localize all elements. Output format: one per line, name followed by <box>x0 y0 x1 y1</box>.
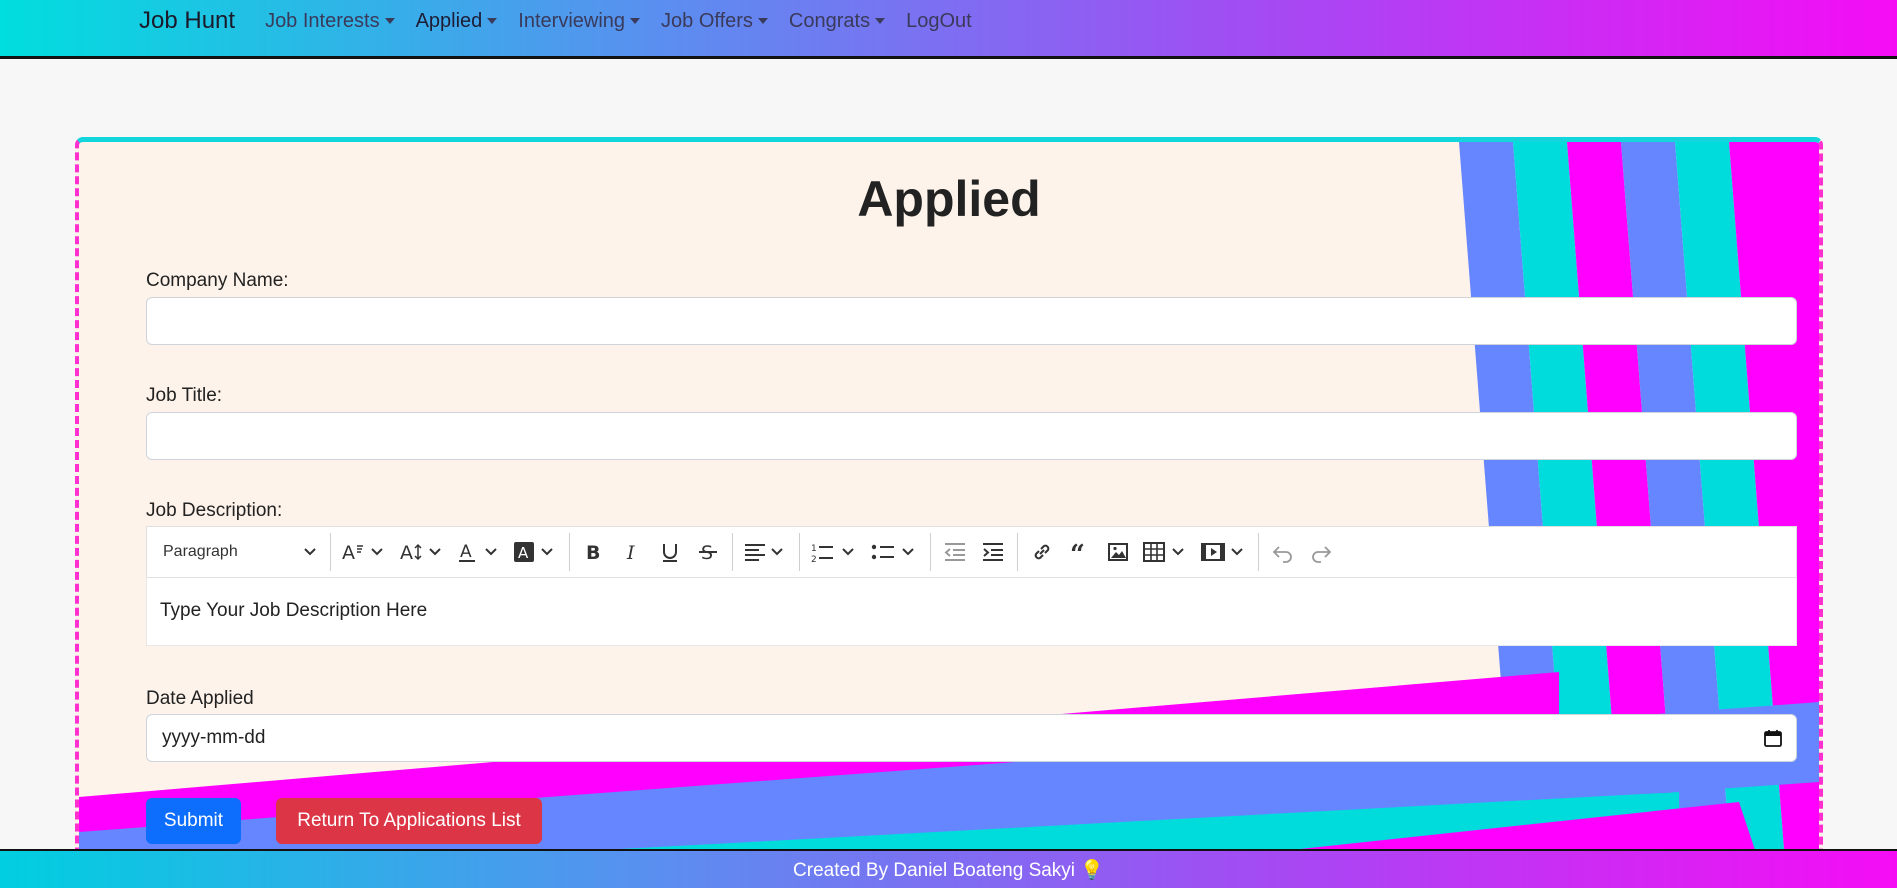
return-to-applications-button[interactable]: Return To Applications List <box>276 798 542 844</box>
nav-job-offers-label: Job Offers <box>661 9 753 32</box>
brand-link[interactable]: Job Hunt <box>139 7 235 35</box>
undo-button[interactable] <box>1264 534 1302 570</box>
svg-text:2: 2 <box>811 555 817 563</box>
caret-down-icon <box>875 18 886 24</box>
svg-text:B: B <box>586 542 600 563</box>
nav-logout-label: LogOut <box>906 9 972 32</box>
svg-text:A: A <box>342 542 355 563</box>
toolbar-separator <box>1017 533 1018 571</box>
italic-button[interactable]: I <box>613 534 651 570</box>
strikethrough-icon: S <box>699 542 717 563</box>
table-icon <box>1143 542 1184 562</box>
nav-job-interests-label: Job Interests <box>265 9 380 32</box>
underline-button[interactable] <box>651 534 689 570</box>
table-button[interactable] <box>1137 534 1195 570</box>
svg-text:“: “ <box>1070 541 1085 563</box>
heading-dropdown-value: Paragraph <box>163 543 238 560</box>
heading-dropdown[interactable]: Paragraph <box>155 534 325 570</box>
redo-icon <box>1312 546 1332 563</box>
footer-credit-text: Created By Daniel Boateng Sakyi 💡 <box>793 859 1104 881</box>
strikethrough-button[interactable]: S <box>689 534 727 570</box>
svg-text:1: 1 <box>811 544 817 554</box>
job-title-label: Job Title: <box>146 385 223 406</box>
outdent-button[interactable] <box>936 534 974 570</box>
company-name-input[interactable] <box>146 297 1797 345</box>
submit-button[interactable]: Submit <box>146 798 241 844</box>
media-embed-button[interactable] <box>1195 534 1253 570</box>
calendar-icon[interactable] <box>1764 729 1782 747</box>
svg-text:I: I <box>626 542 635 563</box>
toolbar-separator <box>569 533 570 571</box>
bulleted-list-button[interactable] <box>865 534 925 570</box>
job-description-placeholder: Type Your Job Description Here <box>160 600 428 621</box>
date-applied-input[interactable]: yyyy-mm-dd <box>146 714 1797 762</box>
alignment-button[interactable] <box>738 534 794 570</box>
font-size-button[interactable]: A <box>336 534 394 570</box>
nav-applied[interactable]: Applied <box>416 10 498 33</box>
toolbar-separator <box>930 533 931 571</box>
job-description-label: Job Description: <box>146 500 283 521</box>
nav-interviewing[interactable]: Interviewing <box>518 9 641 33</box>
nav-congrats-label: Congrats <box>788 9 871 32</box>
indent-button[interactable] <box>974 534 1012 570</box>
indent-icon <box>983 543 1003 561</box>
font-family-button[interactable]: A <box>394 534 452 570</box>
svg-text:A: A <box>400 542 413 563</box>
blockquote-button[interactable]: “ <box>1061 534 1099 570</box>
toolbar-separator <box>330 533 331 571</box>
numbered-list-button[interactable]: 12 <box>805 534 865 570</box>
numbered-list-icon: 12 <box>811 544 854 563</box>
nav-job-offers[interactable]: Job Offers <box>661 10 768 33</box>
svg-text:A: A <box>460 542 472 562</box>
outdent-icon <box>944 543 965 561</box>
blockquote-icon: “ <box>1070 541 1085 563</box>
nav-job-interests[interactable]: Job Interests <box>265 10 395 33</box>
nav-logout[interactable]: LogOut <box>906 10 972 33</box>
bulleted-list-icon <box>871 544 914 560</box>
image-icon <box>1108 543 1128 561</box>
image-button[interactable] <box>1099 534 1137 570</box>
caret-down-icon <box>630 18 641 24</box>
company-name-label: Company Name: <box>146 270 289 291</box>
align-left-icon <box>745 544 783 561</box>
underline-icon <box>663 544 677 562</box>
editor-toolbar: Paragraph A A A A B I S 1 2 “ <box>146 526 1797 578</box>
applied-form-card: Applied Company Name: Job Title: Job Des… <box>75 137 1823 857</box>
font-background-button[interactable]: A <box>508 534 564 570</box>
font-size-icon: A <box>342 542 383 563</box>
page-footer: Created By Daniel Boateng Sakyi 💡 <box>0 849 1897 888</box>
svg-text:A: A <box>518 544 529 562</box>
job-description-editor[interactable]: Type Your Job Description Here <box>146 578 1797 646</box>
font-color-icon: A <box>459 542 497 562</box>
redo-button[interactable] <box>1302 534 1340 570</box>
caret-down-icon <box>757 18 768 24</box>
undo-icon <box>1272 546 1292 563</box>
link-button[interactable] <box>1023 534 1061 570</box>
bold-icon: B <box>586 542 600 563</box>
bold-button[interactable]: B <box>575 534 613 570</box>
nav-interviewing-label: Interviewing <box>518 9 626 32</box>
link-icon <box>1034 544 1050 560</box>
font-family-icon: A <box>400 542 441 563</box>
date-placeholder: yyyy-mm-dd <box>162 727 266 748</box>
chevron-down-icon <box>304 548 316 556</box>
font-background-icon: A <box>514 542 553 562</box>
job-title-input[interactable] <box>146 412 1797 460</box>
nav-applied-label: Applied <box>415 9 483 32</box>
date-applied-label: Date Applied <box>146 688 254 709</box>
caret-down-icon <box>384 18 395 24</box>
toolbar-separator <box>1258 533 1259 571</box>
font-color-button[interactable]: A <box>452 534 508 570</box>
toolbar-separator <box>799 533 800 571</box>
top-navbar: Job Hunt Job Interests Applied Interview… <box>0 0 1897 59</box>
page-title: Applied <box>857 171 1041 227</box>
caret-down-icon <box>487 18 498 24</box>
nav-congrats[interactable]: Congrats <box>788 9 886 33</box>
toolbar-separator <box>732 533 733 571</box>
italic-icon: I <box>626 542 635 563</box>
media-icon <box>1201 543 1243 561</box>
